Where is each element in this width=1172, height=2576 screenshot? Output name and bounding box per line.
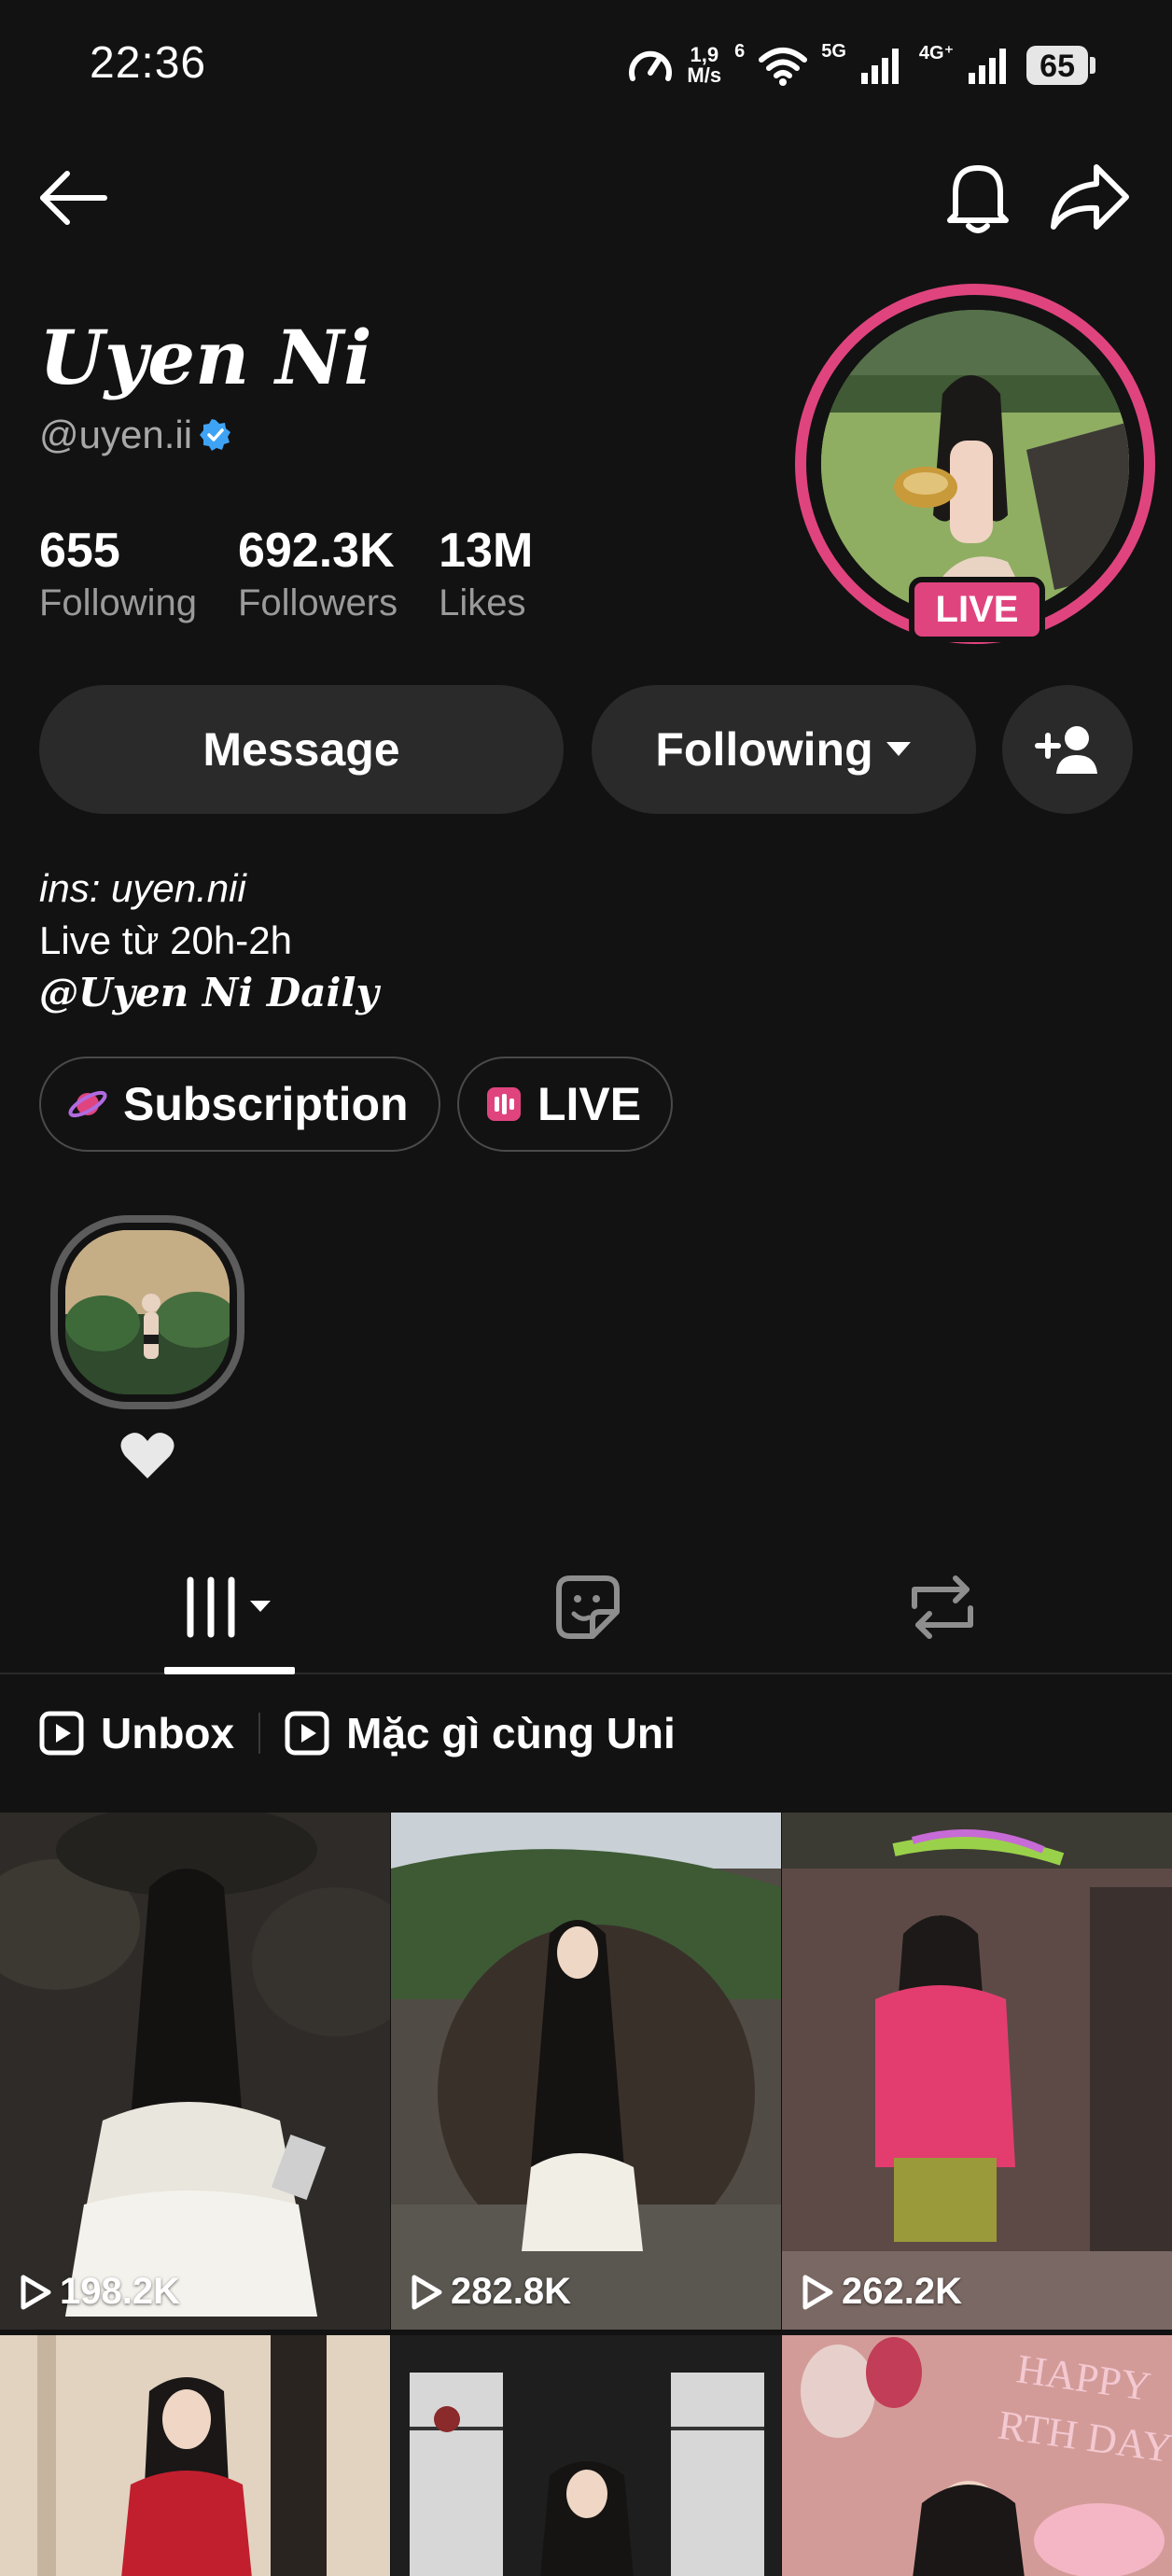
profile-tabs <box>0 1540 1172 1674</box>
view-count-value: 282.8K <box>451 2271 571 2312</box>
view-count: 198.2K <box>19 2271 180 2313</box>
notifications-button[interactable] <box>939 155 1017 239</box>
network-5g-label: 5G <box>821 41 846 62</box>
display-name: Uyen Ni <box>39 314 372 401</box>
following-button[interactable]: Following <box>592 685 976 814</box>
suggested-accounts-button[interactable] <box>1002 685 1133 814</box>
view-count: 282.8K <box>410 2271 571 2313</box>
playlist-label: Mặc gì cùng Uni <box>346 1709 676 1757</box>
username-handle: @uyen.ii <box>39 413 193 456</box>
video-thumbnail-image <box>0 2335 390 2576</box>
video-grid-row-2: HAPPY RTH DAY <box>0 2335 1172 2576</box>
videos-grid-icon <box>187 1576 271 1638</box>
battery-indicator: 65 <box>1026 46 1095 85</box>
play-outline-icon <box>412 2275 442 2309</box>
live-chip-label: LIVE <box>537 1078 642 1130</box>
heart-icon <box>120 1433 174 1478</box>
active-tab-indicator <box>164 1667 295 1674</box>
avatar[interactable] <box>821 310 1129 618</box>
repost-icon <box>912 1575 973 1639</box>
share-icon <box>1051 164 1129 230</box>
tab-reposts[interactable] <box>877 1540 1008 1674</box>
stat-label: Likes <box>439 582 526 623</box>
video-thumbnail[interactable]: 198.2K <box>0 1813 390 2330</box>
view-count-value: 262.2K <box>842 2271 962 2312</box>
arrow-left-icon <box>40 171 107 225</box>
live-badge[interactable]: LIVE <box>909 577 1045 642</box>
message-button-label: Message <box>202 723 400 776</box>
tab-videos[interactable] <box>164 1540 295 1674</box>
wifi-icon <box>759 48 808 86</box>
stat-value: 692.3K <box>237 524 395 578</box>
video-thumbnail[interactable]: 262.2K <box>782 1813 1172 2330</box>
stat-label: Following <box>39 582 197 623</box>
following-button-label: Following <box>655 723 873 776</box>
planet-icon <box>68 1090 107 1118</box>
bio: ins: uyen.nii Live từ 20h-2h @Uyen Ni Da… <box>39 862 379 1019</box>
stat-followers[interactable]: 692.3K Followers <box>238 523 398 624</box>
playlist-divider <box>258 1713 261 1754</box>
speedometer-icon <box>629 50 673 81</box>
live-chip[interactable]: LIVE <box>457 1057 674 1152</box>
speed-unit: M/s <box>687 63 722 87</box>
handle-row: @uyen.ii <box>39 413 231 457</box>
status-time: 22:36 <box>90 38 207 88</box>
caret-down-icon <box>886 742 911 756</box>
verified-badge-icon <box>200 419 231 451</box>
stat-value: 13M <box>439 524 534 578</box>
play-outline-icon <box>802 2275 833 2309</box>
video-thumbnail[interactable]: 282.8K <box>391 1813 781 2330</box>
add-user-icon <box>1035 726 1097 774</box>
playlist-unbox[interactable]: Unbox <box>39 1708 234 1758</box>
video-thumbnail-image <box>391 2335 781 2576</box>
tab-liked[interactable] <box>523 1540 653 1674</box>
playlist-play-icon <box>39 1711 84 1756</box>
play-outline-icon <box>21 2275 51 2309</box>
video-thumbnail-image <box>0 1813 390 2330</box>
signal-icon-2 <box>969 49 1007 84</box>
video-thumbnail[interactable] <box>0 2335 390 2576</box>
live-events-icon <box>487 1087 521 1121</box>
network-speed: 1,9 M/s <box>687 45 721 86</box>
profile-stats: 655 Following 692.3K Followers 13M Likes <box>39 523 533 624</box>
stat-following[interactable]: 655 Following <box>39 523 197 624</box>
bio-mention-link[interactable]: @Uyen Ni Daily <box>39 967 379 1019</box>
bio-ins-label: ins <box>39 866 90 910</box>
playlist-mac-gi-cung-uni[interactable]: Mặc gì cùng Uni <box>285 1708 676 1758</box>
view-count: 262.2K <box>801 2271 962 2313</box>
video-thumbnail[interactable]: HAPPY RTH DAY <box>782 2335 1172 2576</box>
playlists-row: Unbox Mặc gì cùng Uni <box>39 1708 676 1758</box>
avatar-photo-illustration <box>821 310 1129 618</box>
stat-likes[interactable]: 13M Likes <box>439 523 533 624</box>
bell-icon <box>947 165 1009 233</box>
bio-ins-value: : uyen.nii <box>89 866 246 910</box>
video-thumbnail-image <box>782 1813 1172 2330</box>
stat-label: Followers <box>237 582 398 623</box>
view-count-value: 198.2K <box>60 2271 180 2312</box>
subscription-label: Subscription <box>123 1078 409 1130</box>
bio-line-live: Live từ 20h-2h <box>39 918 292 962</box>
video-thumbnail-image: HAPPY RTH DAY <box>782 2335 1172 2576</box>
bio-line-ins: ins: uyen.nii <box>39 862 379 915</box>
message-button[interactable]: Message <box>39 685 564 814</box>
sticker-icon <box>556 1575 620 1639</box>
signal-icon <box>860 49 899 84</box>
stat-value: 655 <box>39 524 120 578</box>
network-4g-label: 4G⁺ <box>918 43 955 63</box>
video-grid: 198.2K 282.8K 262.2K <box>0 1813 1172 2330</box>
playlist-label: Unbox <box>101 1709 235 1757</box>
wifi-badge: 6 <box>734 41 746 62</box>
share-button[interactable] <box>1045 155 1135 239</box>
speed-value: 1,9 <box>690 43 719 66</box>
back-button[interactable] <box>34 159 112 237</box>
subscription-chip[interactable]: Subscription <box>39 1057 440 1152</box>
story-highlight[interactable] <box>65 1230 230 1394</box>
playlist-play-icon <box>285 1711 329 1756</box>
highlight-photo-illustration <box>65 1230 230 1394</box>
video-thumbnail[interactable] <box>391 2335 781 2576</box>
video-thumbnail-image <box>391 1813 781 2330</box>
status-icons: 1,9 M/s 6 5G 4G⁺ 65 <box>627 37 1095 93</box>
